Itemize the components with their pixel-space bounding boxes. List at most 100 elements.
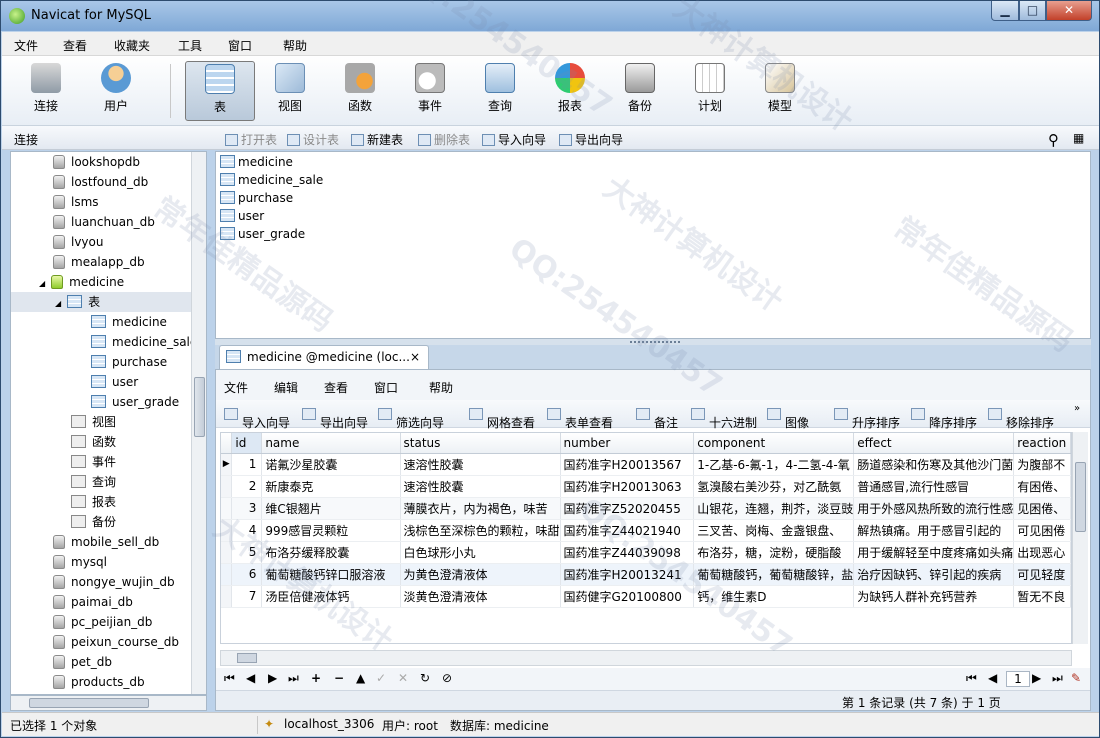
tree-item-table[interactable]: medicine	[91, 312, 167, 332]
column-header-effect[interactable]: effect	[853, 433, 1015, 454]
search-icon[interactable]: ⚲	[1048, 131, 1059, 149]
cell-number[interactable]: 国药准字H20013241	[560, 563, 695, 586]
sort-descending-button[interactable]: 降序排序	[911, 407, 977, 430]
cell-name[interactable]: 维C银翘片	[261, 497, 401, 520]
apply-changes-icon[interactable]: ✓	[376, 671, 386, 685]
cell-reaction[interactable]: 见困倦、	[1013, 497, 1071, 520]
editor-menu-view[interactable]: 查看	[324, 379, 348, 396]
toolbar-model-button[interactable]: 模型	[748, 61, 812, 121]
grid-view-button[interactable]: 网格查看	[469, 407, 535, 430]
image-button[interactable]: 图像	[767, 407, 809, 430]
close-button[interactable]: ✕	[1046, 1, 1092, 21]
tree-item-backups[interactable]: 备份	[71, 512, 116, 532]
tree-item[interactable]: luanchuan_db	[53, 212, 155, 232]
editor-menu-file[interactable]: 文件	[224, 379, 248, 396]
cell-status[interactable]: 速溶性胶囊	[400, 453, 561, 476]
page-number-input[interactable]: 1	[1006, 671, 1030, 687]
cell-component[interactable]: 氢溴酸右美沙芬，对乙酰氨	[693, 475, 855, 498]
remove-sort-button[interactable]: 移除排序	[988, 407, 1054, 430]
tree-item[interactable]: products_db	[53, 672, 145, 692]
menu-favorites[interactable]: 收藏夹	[114, 37, 150, 54]
cell-name[interactable]: 布洛芬缓释胶囊	[261, 541, 401, 564]
toolbar-overflow-icon[interactable]: »	[1074, 403, 1080, 414]
toolbar-view-button[interactable]: 视图	[258, 61, 322, 121]
cell-number[interactable]: 国药准字H20013567	[560, 453, 695, 476]
cell-name[interactable]: 葡萄糖酸钙锌口服溶液	[261, 563, 401, 586]
table-row[interactable]: 3 维C银翘片 薄膜衣片，内为褐色，味苦 国药准字Z52020455 山银花，连翘，荆芥…	[221, 497, 1071, 520]
cell-reaction[interactable]: 暂无不良	[1013, 585, 1071, 608]
page-next-icon[interactable]: ▶	[1032, 671, 1041, 685]
menu-tools[interactable]: 工具	[178, 37, 202, 54]
toolbar-backup-button[interactable]: 备份	[608, 61, 672, 121]
table-row[interactable]: 2 新康泰克 速溶性胶囊 国药准字H20013063 氢溴酸右美沙芬，对乙酰氨 普通感冒,…	[221, 475, 1071, 498]
import-wizard-button[interactable]: 导入向导	[482, 131, 546, 148]
tree-item[interactable]: paimai_db	[53, 592, 133, 612]
table-row[interactable]: ▶ 1 诺氟沙星胶囊 速溶性胶囊 国药准字H20013567 1-乙基-6-氟-1，4-二…	[221, 453, 1071, 476]
cell-reaction[interactable]: 出现恶心	[1013, 541, 1071, 564]
discard-changes-icon[interactable]: ✕	[398, 671, 408, 685]
tree-item-table[interactable]: user	[91, 372, 138, 392]
menu-file[interactable]: 文件	[14, 37, 38, 54]
tree-item[interactable]: pet_db	[53, 652, 112, 672]
column-header-component[interactable]: component	[693, 433, 855, 454]
object-item[interactable]: user_grade	[220, 225, 305, 243]
cell-number[interactable]: 国药准字Z44039098	[560, 541, 695, 564]
cell-status[interactable]: 淡黄色澄清液体	[400, 585, 561, 608]
toolbar-table-button[interactable]: 表	[185, 61, 255, 121]
tree-item[interactable]: lostfound_db	[53, 172, 148, 192]
cell-id[interactable]: 4	[231, 519, 263, 542]
column-header-id[interactable]: id	[231, 433, 263, 454]
scrollbar-thumb[interactable]	[237, 653, 257, 663]
toolbar-event-button[interactable]: 事件	[398, 61, 462, 121]
cell-status[interactable]: 薄膜衣片，内为褐色，味苦	[400, 497, 561, 520]
scrollbar-thumb[interactable]	[1075, 462, 1086, 532]
design-table-button[interactable]: 设计表	[287, 131, 339, 148]
page-first-icon[interactable]: ⏮	[966, 671, 977, 686]
stop-icon[interactable]: ⊘	[442, 671, 452, 685]
table-row[interactable]: 6 葡萄糖酸钙锌口服溶液 为黄色澄清液体 国药准字H20013241 葡萄糖酸钙，葡萄糖…	[221, 563, 1071, 586]
new-table-button[interactable]: 新建表	[351, 131, 403, 148]
column-header-name[interactable]: name	[261, 433, 401, 454]
grid-view-icon[interactable]: ▦	[1073, 131, 1084, 145]
cell-reaction[interactable]: 为腹部不	[1013, 453, 1071, 476]
cell-id[interactable]: 1	[231, 453, 263, 476]
toolbar-schedule-button[interactable]: 计划	[678, 61, 742, 121]
cell-number[interactable]: 国药健字G20100800	[560, 585, 695, 608]
cell-reaction[interactable]: 有困倦、	[1013, 475, 1071, 498]
cell-effect[interactable]: 用于缓解轻至中度疼痛如头痛	[853, 541, 1015, 564]
editor-menu-help[interactable]: 帮助	[429, 379, 453, 396]
splitter-grip[interactable]	[630, 339, 680, 343]
cell-component[interactable]: 山银花，连翘，荆芥，淡豆豉	[693, 497, 855, 520]
minimize-button[interactable]: ▁	[991, 1, 1019, 21]
add-record-icon[interactable]: +	[311, 671, 321, 685]
cell-effect[interactable]: 治疗因缺钙、锌引起的疾病	[853, 563, 1015, 586]
tree-item-table[interactable]: purchase	[91, 352, 167, 372]
cell-id[interactable]: 5	[231, 541, 263, 564]
cell-effect[interactable]: 肠道感染和伤寒及其他沙门菌	[853, 453, 1015, 476]
tree-horizontal-scrollbar[interactable]	[10, 695, 207, 711]
cell-name[interactable]: 999感冒灵颗粒	[261, 519, 401, 542]
export-wizard-button[interactable]: 导出向导	[302, 407, 368, 430]
cell-effect[interactable]: 为缺钙人群补充钙营养	[853, 585, 1015, 608]
cell-status[interactable]: 速溶性胶囊	[400, 475, 561, 498]
previous-record-icon[interactable]: ◀	[246, 671, 255, 685]
maximize-button[interactable]: □	[1019, 1, 1046, 21]
expand-arrow-icon[interactable]: ◢	[39, 279, 45, 288]
tree-item-medicine-db[interactable]: ◢ medicine	[39, 272, 124, 292]
tree-item[interactable]: nongye_wujin_db	[53, 572, 175, 592]
tree-item-views[interactable]: 视图	[71, 412, 116, 432]
cell-component[interactable]: 三叉苦、岗梅、金盏银盘、	[693, 519, 855, 542]
tree-item-queries[interactable]: 查询	[71, 472, 116, 492]
cell-id[interactable]: 3	[231, 497, 263, 520]
cell-status[interactable]: 浅棕色至深棕色的颗粒，味甜	[400, 519, 561, 542]
delete-table-button[interactable]: 删除表	[418, 131, 470, 148]
import-wizard-button[interactable]: 导入向导	[224, 407, 290, 430]
cell-component[interactable]: 1-乙基-6-氟-1，4-二氢-4-氧	[693, 453, 855, 476]
sort-ascending-button[interactable]: 升序排序	[834, 407, 900, 430]
tree-item[interactable]: mysql	[53, 552, 107, 572]
table-row[interactable]: 7 汤臣倍健液体钙 淡黄色澄清液体 国药健字G20100800 钙，维生素D 为缺钙人群补…	[221, 585, 1071, 608]
cell-component[interactable]: 布洛芬，糖，淀粉，硬脂酸	[693, 541, 855, 564]
hex-button[interactable]: 十六进制	[691, 407, 757, 430]
cell-name[interactable]: 新康泰克	[261, 475, 401, 498]
tree-item-tables-group[interactable]: ◢ 表	[11, 292, 201, 312]
